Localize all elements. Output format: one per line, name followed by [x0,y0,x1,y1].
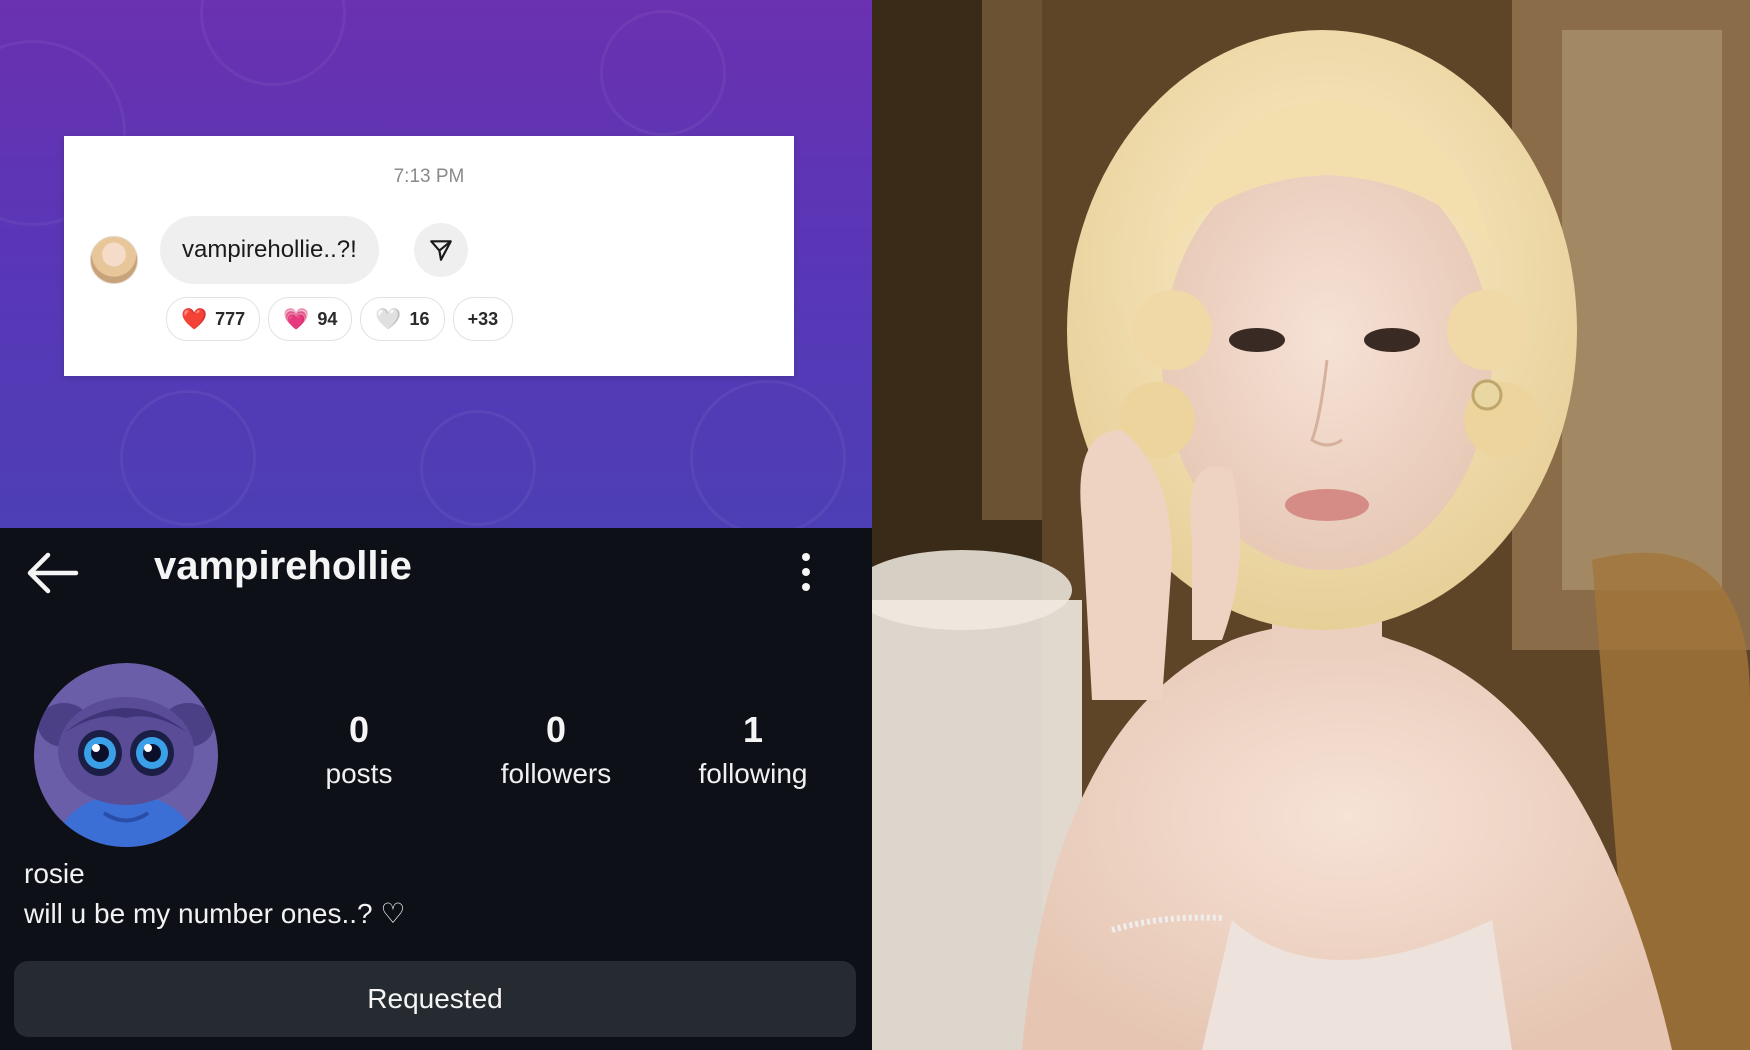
profile-username: vampirehollie [154,544,412,588]
back-arrow-icon[interactable] [24,550,80,596]
screenshot-left-panel: 7:13 PM vampirehollie..?! ❤️ 777 💗 94 🤍 [0,0,872,1050]
stat-following[interactable]: 1 following [673,712,833,790]
portrait-illustration [872,0,1750,1050]
reaction-bar: ❤️ 777 💗 94 🤍 16 +33 [166,297,514,341]
send-icon [430,240,452,261]
cartoon-girl-avatar-icon [34,663,218,847]
followers-count: 0 [545,709,567,750]
background-doodle [690,380,846,528]
stat-followers[interactable]: 0 followers [476,712,636,790]
background-doodle [120,390,256,526]
reaction-pink-heart[interactable]: 💗 94 [268,297,353,341]
sender-avatar[interactable] [90,236,138,284]
profile-bio: will u be my number ones..? ♡ [24,898,406,929]
red-heart-icon: ❤️ [181,307,208,331]
followers-label: followers [500,758,612,789]
stat-posts[interactable]: 0 posts [279,712,439,790]
pink-heart-icon: 💗 [283,307,310,331]
message-card: 7:13 PM vampirehollie..?! ❤️ 777 💗 94 🤍 [64,136,794,376]
share-button[interactable] [414,223,468,277]
requested-button[interactable]: Requested [14,961,856,1037]
following-label: following [698,758,808,789]
profile-display-name: rosie [24,858,85,889]
reaction-count: 777 [215,308,246,329]
reaction-count: 16 [409,308,430,329]
more-reactions[interactable]: +33 [452,297,514,341]
reaction-heart[interactable]: ❤️ 777 [166,297,261,341]
white-heart-icon: 🤍 [375,307,402,331]
more-options-icon[interactable] [796,548,816,596]
following-count: 1 [742,709,764,750]
portrait-photo [872,0,1750,1050]
background-doodle [420,410,536,526]
message-bubble[interactable]: vampirehollie..?! [160,216,379,284]
profile-avatar[interactable] [34,663,218,847]
posts-count: 0 [348,709,370,750]
background-doodle [200,0,346,86]
profile-screen: vampirehollie 0 posts 0 followers 1 foll… [0,528,872,1050]
background-doodle [600,10,726,136]
reaction-white-heart[interactable]: 🤍 16 [360,297,445,341]
message-background: 7:13 PM vampirehollie..?! ❤️ 777 💗 94 🤍 [0,0,872,528]
reaction-count: 94 [317,308,338,329]
posts-label: posts [325,758,393,789]
message-timestamp: 7:13 PM [393,166,465,187]
